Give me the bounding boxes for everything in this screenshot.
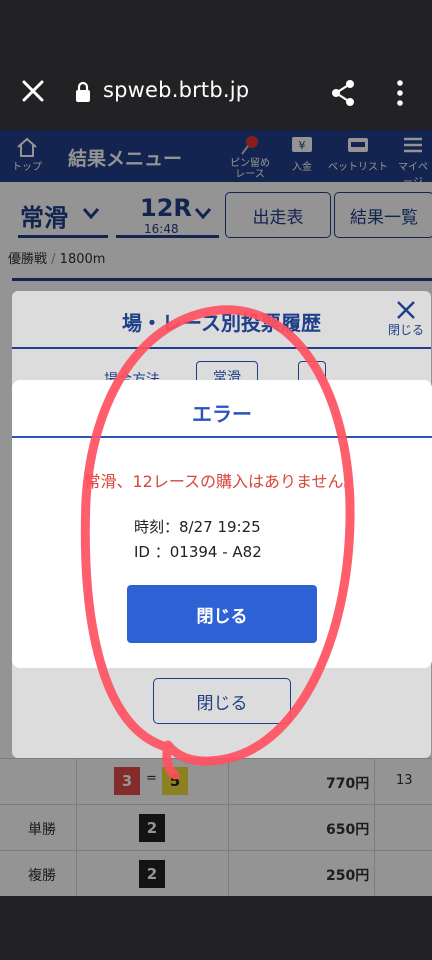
status-bar [0, 0, 432, 56]
modal-header: 場・レース別投票履歴 [12, 291, 431, 349]
url-text[interactable]: spweb.brtb.jp [103, 78, 249, 102]
lock-icon [76, 81, 90, 102]
id-label: ID ： [134, 543, 170, 561]
id-row: ID ：01394 - A82 [134, 541, 262, 562]
modal-close-x[interactable]: 閉じる [386, 299, 426, 345]
id-value: 01394 - A82 [169, 543, 262, 561]
modal-title: 場・レース別投票履歴 [122, 311, 321, 335]
error-title: エラー [192, 402, 252, 426]
system-nav-bar [0, 896, 432, 960]
close-label: 閉じる [387, 323, 424, 337]
time-value: 8/27 19:25 [179, 518, 261, 536]
modal-close-button[interactable]: 閉じる [153, 678, 291, 724]
title-divider [12, 436, 432, 438]
share-icon[interactable] [328, 78, 358, 108]
error-close-button[interactable]: 閉じる [127, 585, 317, 643]
more-options-icon[interactable] [390, 78, 410, 108]
close-tab-icon[interactable] [18, 76, 48, 106]
error-message: 常滑、12レースの購入はありません。 [84, 472, 360, 491]
time-row: 時刻：8/27 19:25 [134, 516, 261, 537]
time-label: 時刻： [134, 518, 180, 536]
close-icon [397, 301, 415, 319]
browser-toolbar: spweb.brtb.jp [0, 56, 432, 130]
error-dialog: エラー 常滑、12レースの購入はありません。 時刻：8/27 19:25 ID … [12, 380, 432, 668]
